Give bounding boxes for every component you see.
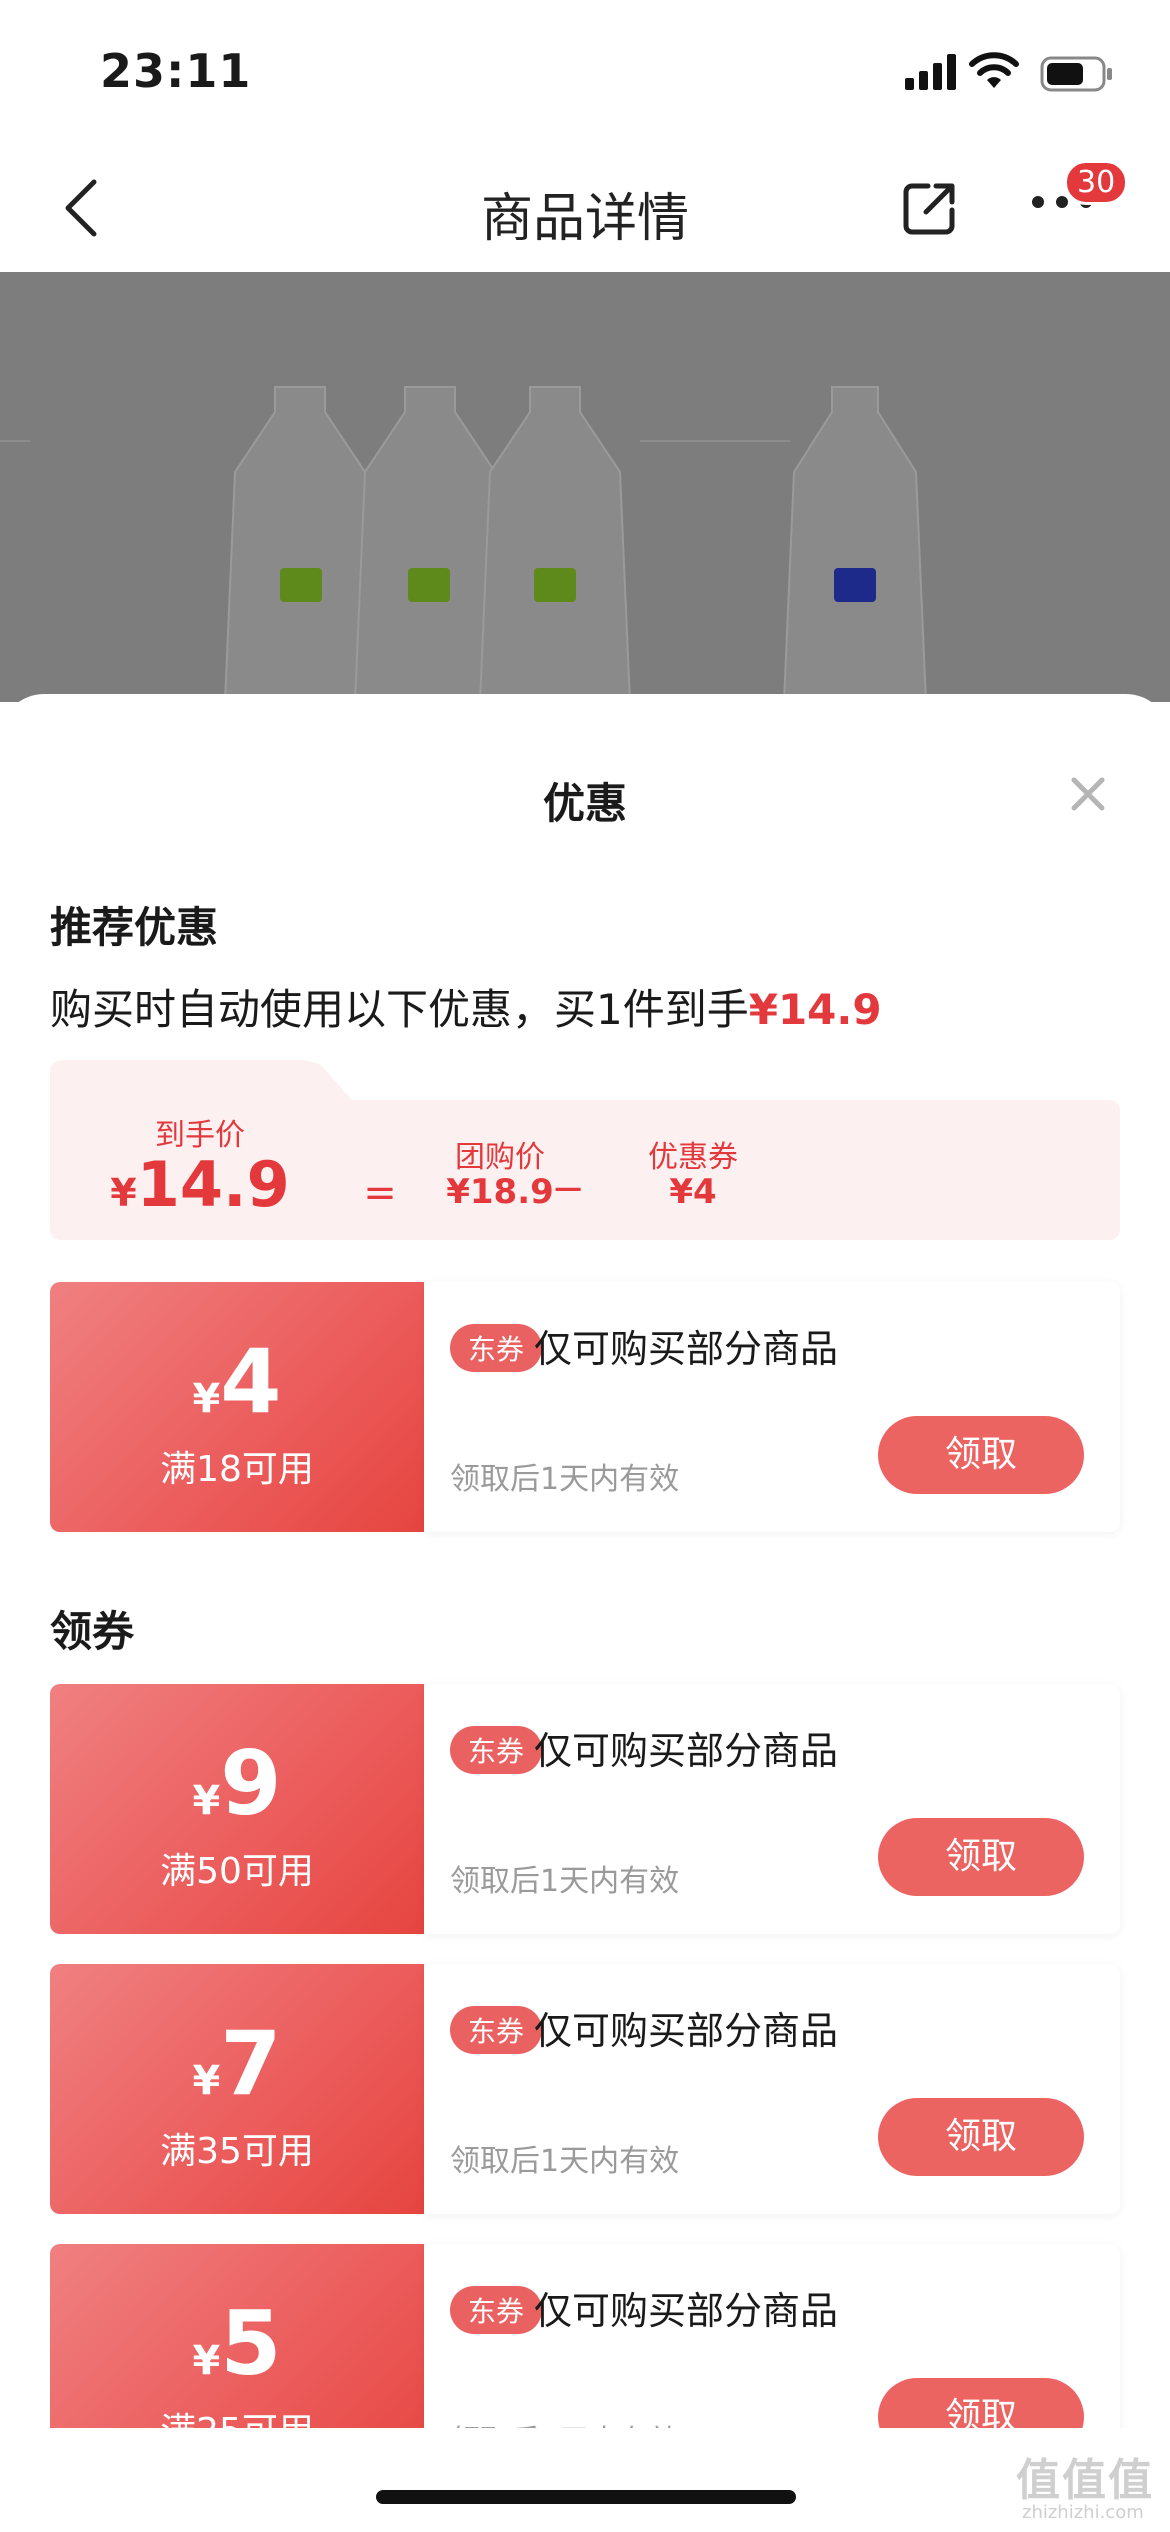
coupon-yen: ¥ [192, 2338, 221, 2384]
coupon-value: 9 [220, 1732, 282, 1835]
coupon-condition: 满50可用 [160, 1851, 314, 1892]
claim-button[interactable]: 领取 [878, 1416, 1084, 1494]
recommended-coupon: ¥4 满18可用 东券 仅可购买部分商品 领取后1天内有效 领取 [50, 1282, 1120, 1532]
coupon-tag: 东券 [450, 2286, 543, 2334]
scroll-cutoff [0, 2428, 1170, 2532]
coupon-amount: ¥4 [50, 1330, 424, 1433]
coupon-deduct-label: 优惠券 [648, 1140, 738, 1175]
coupon-amount: ¥7 [50, 2012, 424, 2115]
coupon-yen: ¥ [192, 1376, 221, 1422]
final-price: ¥14.9 [80, 1148, 320, 1221]
coupon-validity: 领取后1天内有效 [450, 2144, 680, 2179]
close-icon[interactable] [1068, 774, 1108, 814]
final-price-yen: ¥ [110, 1171, 137, 1215]
status-time: 23:11 [100, 44, 252, 98]
coupon-validity: 领取后1天内有效 [450, 1462, 680, 1497]
coupon-card: ¥7 满35可用 东券 仅可购买部分商品 领取后1天内有效 领取 [50, 1964, 1120, 2214]
home-indicator[interactable] [376, 2490, 796, 2504]
coupon-value: 4 [220, 1330, 282, 1433]
recommended-desc-text: 购买时自动使用以下优惠，买1件到手 [50, 985, 749, 1034]
wifi-icon [969, 52, 1019, 88]
coupon-desc: 仅可购买部分商品 [534, 2009, 839, 2053]
coupon-tag: 东券 [450, 1726, 543, 1774]
coupon-yen: ¥ [192, 1778, 221, 1824]
coupon-tag: 东券 [450, 2006, 543, 2054]
coupon-desc: 仅可购买部分商品 [534, 1327, 839, 1371]
coupon-tag: 东券 [450, 1324, 543, 1372]
discount-sheet: 优惠 推荐优惠 购买时自动使用以下优惠，买1件到手¥14.9 到手价 ¥14.9… [0, 694, 1170, 2532]
coupon-validity: 领取后1天内有效 [450, 1864, 680, 1899]
share-icon[interactable] [898, 176, 962, 240]
sheet-title: 优惠 [542, 779, 627, 828]
coupon-condition: 满35可用 [160, 2131, 314, 2172]
battery-icon [1040, 56, 1112, 92]
status-bar: 23:11 [0, 0, 1170, 140]
coupon-desc: 仅可购买部分商品 [534, 2289, 839, 2333]
coupon-condition: 满18可用 [160, 1449, 314, 1490]
coupon-info: 东券 仅可购买部分商品 领取后1天内有效 领取 [424, 1684, 1120, 1934]
recommended-price: ¥14.9 [748, 985, 882, 1034]
coupon-yen: ¥ [192, 2058, 221, 2104]
coupon-amount-block: ¥7 满35可用 [50, 1964, 424, 2214]
claim-section-title: 领券 [50, 1607, 135, 1656]
coupon-card: ¥9 满50可用 东券 仅可购买部分商品 领取后1天内有效 领取 [50, 1684, 1120, 1934]
coupon-value: 7 [220, 2012, 282, 2115]
recommended-title: 推荐优惠 [50, 903, 219, 952]
coupon-amount: ¥5 [50, 2292, 424, 2395]
coupon-amount-block: ¥4 满18可用 [50, 1282, 424, 1532]
coupon-desc: 仅可购买部分商品 [534, 1729, 839, 1773]
final-price-value: 14.9 [136, 1148, 290, 1221]
watermark-domain: zhizhizhi.com [1022, 2502, 1144, 2523]
coupon-deduct: ¥4 [669, 1172, 717, 1212]
coupon-amount: ¥9 [50, 1732, 424, 1835]
signal-icon [905, 54, 956, 90]
claim-button[interactable]: 领取 [878, 1818, 1084, 1896]
coupon-value: 5 [220, 2292, 282, 2395]
product-bottles-image [0, 272, 1170, 702]
recommended-desc: 购买时自动使用以下优惠，买1件到手¥14.9 [50, 976, 882, 1037]
price-calc-panel: 到手价 ¥14.9 = 团购价 ¥18.9 − 优惠券 ¥4 [50, 1060, 1120, 1240]
page-title: 商品详情 [480, 189, 689, 249]
message-badge: 30 [1064, 160, 1129, 205]
coupon-info: 东券 仅可购买部分商品 领取后1天内有效 领取 [424, 1964, 1120, 2214]
nav-bar: 商品详情 30 [0, 140, 1170, 272]
claim-button[interactable]: 领取 [878, 2098, 1084, 2176]
coupon-amount-block: ¥9 满50可用 [50, 1684, 424, 1934]
watermark-logo: 值值值 [1016, 2455, 1154, 2506]
coupon-info: 东券 仅可购买部分商品 领取后1天内有效 领取 [424, 1282, 1120, 1532]
product-image [0, 272, 1170, 702]
